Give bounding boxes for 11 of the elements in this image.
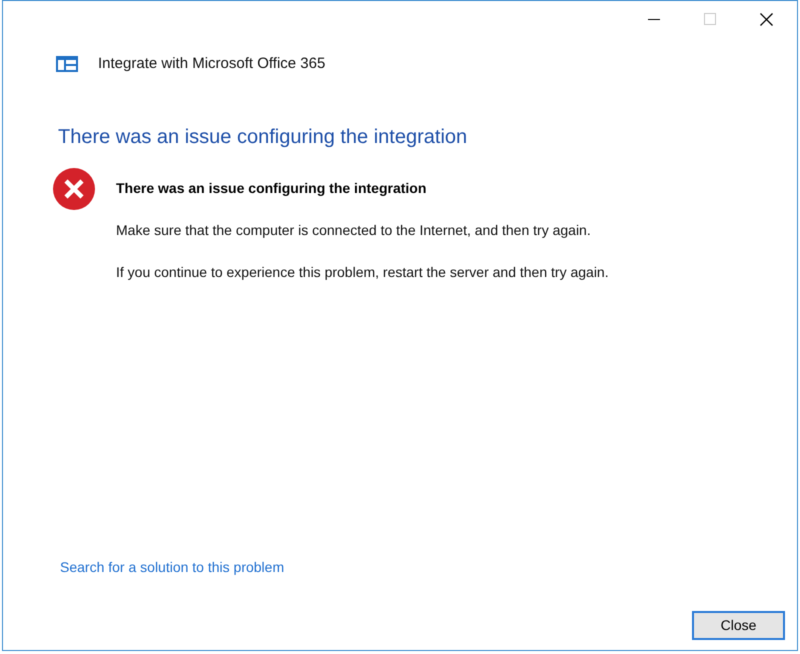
search-solution-link[interactable]: Search for a solution to this problem [60,557,284,578]
page-heading: There was an issue configuring the integration [58,124,468,150]
app-icon [56,56,78,72]
error-message: If you continue to experience this problem, restart the server and then try again. [116,262,609,282]
minimize-icon[interactable] [648,18,660,20]
error-message: Make sure that the computer is connected to the Internet, and then try again. [116,220,591,240]
close-button[interactable]: Close [692,611,785,640]
error-title: There was an issue configuring the integration [116,178,426,198]
window-title: Integrate with Microsoft Office 365 [98,54,326,74]
error-icon [53,168,95,210]
close-icon[interactable] [760,12,772,26]
